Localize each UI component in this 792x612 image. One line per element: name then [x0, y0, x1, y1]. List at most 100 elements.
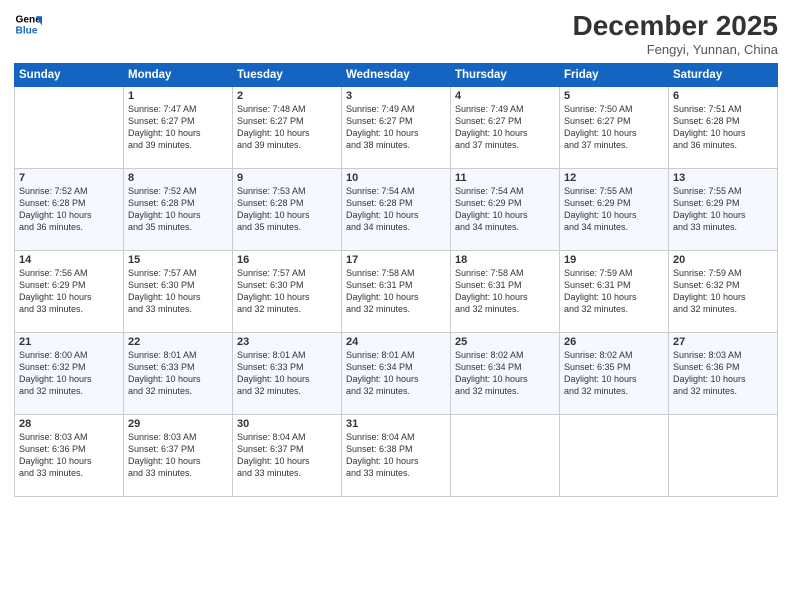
day-cell: [560, 415, 669, 497]
day-info: Sunrise: 8:01 AM Sunset: 6:33 PM Dayligh…: [128, 349, 228, 398]
day-number: 17: [346, 254, 446, 266]
calendar-page: General Blue December 2025 Fengyi, Yunna…: [0, 0, 792, 612]
day-info: Sunrise: 7:54 AM Sunset: 6:28 PM Dayligh…: [346, 185, 446, 234]
day-info: Sunrise: 7:49 AM Sunset: 6:27 PM Dayligh…: [455, 103, 555, 152]
day-number: 8: [128, 172, 228, 184]
day-info: Sunrise: 7:56 AM Sunset: 6:29 PM Dayligh…: [19, 267, 119, 316]
day-number: 23: [237, 336, 337, 348]
day-info: Sunrise: 7:49 AM Sunset: 6:27 PM Dayligh…: [346, 103, 446, 152]
day-info: Sunrise: 8:02 AM Sunset: 6:34 PM Dayligh…: [455, 349, 555, 398]
day-cell: 19Sunrise: 7:59 AM Sunset: 6:31 PM Dayli…: [560, 251, 669, 333]
day-cell: 30Sunrise: 8:04 AM Sunset: 6:37 PM Dayli…: [233, 415, 342, 497]
week-row-1: 1Sunrise: 7:47 AM Sunset: 6:27 PM Daylig…: [15, 87, 778, 169]
day-cell: 5Sunrise: 7:50 AM Sunset: 6:27 PM Daylig…: [560, 87, 669, 169]
day-info: Sunrise: 7:59 AM Sunset: 6:31 PM Dayligh…: [564, 267, 664, 316]
logo: General Blue: [14, 10, 42, 38]
month-title: December 2025: [573, 10, 778, 42]
day-cell: 13Sunrise: 7:55 AM Sunset: 6:29 PM Dayli…: [669, 169, 778, 251]
day-cell: 6Sunrise: 7:51 AM Sunset: 6:28 PM Daylig…: [669, 87, 778, 169]
location: Fengyi, Yunnan, China: [573, 42, 778, 57]
day-number: 13: [673, 172, 773, 184]
day-cell: 14Sunrise: 7:56 AM Sunset: 6:29 PM Dayli…: [15, 251, 124, 333]
day-cell: 29Sunrise: 8:03 AM Sunset: 6:37 PM Dayli…: [124, 415, 233, 497]
week-row-5: 28Sunrise: 8:03 AM Sunset: 6:36 PM Dayli…: [15, 415, 778, 497]
day-number: 26: [564, 336, 664, 348]
day-info: Sunrise: 8:03 AM Sunset: 6:36 PM Dayligh…: [673, 349, 773, 398]
header: General Blue December 2025 Fengyi, Yunna…: [14, 10, 778, 57]
day-number: 27: [673, 336, 773, 348]
day-number: 28: [19, 418, 119, 430]
day-cell: [451, 415, 560, 497]
day-info: Sunrise: 8:03 AM Sunset: 6:37 PM Dayligh…: [128, 431, 228, 480]
day-cell: 4Sunrise: 7:49 AM Sunset: 6:27 PM Daylig…: [451, 87, 560, 169]
day-number: 4: [455, 90, 555, 102]
header-row: Sunday Monday Tuesday Wednesday Thursday…: [15, 64, 778, 87]
day-info: Sunrise: 7:57 AM Sunset: 6:30 PM Dayligh…: [128, 267, 228, 316]
day-cell: 25Sunrise: 8:02 AM Sunset: 6:34 PM Dayli…: [451, 333, 560, 415]
calendar-body: 1Sunrise: 7:47 AM Sunset: 6:27 PM Daylig…: [15, 87, 778, 497]
col-wednesday: Wednesday: [342, 64, 451, 87]
day-info: Sunrise: 8:00 AM Sunset: 6:32 PM Dayligh…: [19, 349, 119, 398]
day-info: Sunrise: 7:54 AM Sunset: 6:29 PM Dayligh…: [455, 185, 555, 234]
day-number: 10: [346, 172, 446, 184]
week-row-2: 7Sunrise: 7:52 AM Sunset: 6:28 PM Daylig…: [15, 169, 778, 251]
day-number: 20: [673, 254, 773, 266]
day-number: 5: [564, 90, 664, 102]
day-cell: 24Sunrise: 8:01 AM Sunset: 6:34 PM Dayli…: [342, 333, 451, 415]
day-info: Sunrise: 7:53 AM Sunset: 6:28 PM Dayligh…: [237, 185, 337, 234]
svg-text:General: General: [16, 14, 42, 25]
day-cell: 2Sunrise: 7:48 AM Sunset: 6:27 PM Daylig…: [233, 87, 342, 169]
day-cell: 28Sunrise: 8:03 AM Sunset: 6:36 PM Dayli…: [15, 415, 124, 497]
day-info: Sunrise: 7:48 AM Sunset: 6:27 PM Dayligh…: [237, 103, 337, 152]
day-number: 14: [19, 254, 119, 266]
col-monday: Monday: [124, 64, 233, 87]
day-cell: 8Sunrise: 7:52 AM Sunset: 6:28 PM Daylig…: [124, 169, 233, 251]
day-info: Sunrise: 7:58 AM Sunset: 6:31 PM Dayligh…: [455, 267, 555, 316]
week-row-4: 21Sunrise: 8:00 AM Sunset: 6:32 PM Dayli…: [15, 333, 778, 415]
day-info: Sunrise: 7:55 AM Sunset: 6:29 PM Dayligh…: [673, 185, 773, 234]
col-friday: Friday: [560, 64, 669, 87]
day-cell: 27Sunrise: 8:03 AM Sunset: 6:36 PM Dayli…: [669, 333, 778, 415]
day-cell: 18Sunrise: 7:58 AM Sunset: 6:31 PM Dayli…: [451, 251, 560, 333]
day-cell: 23Sunrise: 8:01 AM Sunset: 6:33 PM Dayli…: [233, 333, 342, 415]
day-cell: [669, 415, 778, 497]
day-info: Sunrise: 7:52 AM Sunset: 6:28 PM Dayligh…: [128, 185, 228, 234]
logo-icon: General Blue: [14, 10, 42, 38]
day-info: Sunrise: 8:04 AM Sunset: 6:37 PM Dayligh…: [237, 431, 337, 480]
day-cell: 9Sunrise: 7:53 AM Sunset: 6:28 PM Daylig…: [233, 169, 342, 251]
day-number: 31: [346, 418, 446, 430]
day-cell: 1Sunrise: 7:47 AM Sunset: 6:27 PM Daylig…: [124, 87, 233, 169]
day-number: 9: [237, 172, 337, 184]
day-info: Sunrise: 8:04 AM Sunset: 6:38 PM Dayligh…: [346, 431, 446, 480]
col-tuesday: Tuesday: [233, 64, 342, 87]
day-number: 7: [19, 172, 119, 184]
day-info: Sunrise: 8:01 AM Sunset: 6:34 PM Dayligh…: [346, 349, 446, 398]
day-info: Sunrise: 7:55 AM Sunset: 6:29 PM Dayligh…: [564, 185, 664, 234]
day-info: Sunrise: 7:57 AM Sunset: 6:30 PM Dayligh…: [237, 267, 337, 316]
day-cell: 11Sunrise: 7:54 AM Sunset: 6:29 PM Dayli…: [451, 169, 560, 251]
day-number: 21: [19, 336, 119, 348]
day-number: 12: [564, 172, 664, 184]
day-info: Sunrise: 7:58 AM Sunset: 6:31 PM Dayligh…: [346, 267, 446, 316]
day-number: 15: [128, 254, 228, 266]
week-row-3: 14Sunrise: 7:56 AM Sunset: 6:29 PM Dayli…: [15, 251, 778, 333]
day-info: Sunrise: 7:47 AM Sunset: 6:27 PM Dayligh…: [128, 103, 228, 152]
day-number: 29: [128, 418, 228, 430]
col-sunday: Sunday: [15, 64, 124, 87]
day-info: Sunrise: 7:52 AM Sunset: 6:28 PM Dayligh…: [19, 185, 119, 234]
day-info: Sunrise: 8:01 AM Sunset: 6:33 PM Dayligh…: [237, 349, 337, 398]
col-thursday: Thursday: [451, 64, 560, 87]
day-cell: 15Sunrise: 7:57 AM Sunset: 6:30 PM Dayli…: [124, 251, 233, 333]
day-cell: 20Sunrise: 7:59 AM Sunset: 6:32 PM Dayli…: [669, 251, 778, 333]
day-info: Sunrise: 8:03 AM Sunset: 6:36 PM Dayligh…: [19, 431, 119, 480]
day-cell: 31Sunrise: 8:04 AM Sunset: 6:38 PM Dayli…: [342, 415, 451, 497]
day-number: 6: [673, 90, 773, 102]
day-number: 18: [455, 254, 555, 266]
day-cell: 3Sunrise: 7:49 AM Sunset: 6:27 PM Daylig…: [342, 87, 451, 169]
day-cell: 21Sunrise: 8:00 AM Sunset: 6:32 PM Dayli…: [15, 333, 124, 415]
day-cell: 7Sunrise: 7:52 AM Sunset: 6:28 PM Daylig…: [15, 169, 124, 251]
day-cell: 26Sunrise: 8:02 AM Sunset: 6:35 PM Dayli…: [560, 333, 669, 415]
day-number: 1: [128, 90, 228, 102]
day-info: Sunrise: 7:51 AM Sunset: 6:28 PM Dayligh…: [673, 103, 773, 152]
day-cell: 16Sunrise: 7:57 AM Sunset: 6:30 PM Dayli…: [233, 251, 342, 333]
